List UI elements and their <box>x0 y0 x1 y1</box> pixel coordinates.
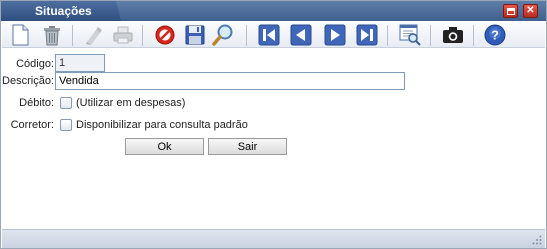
descricao-field[interactable] <box>55 72 405 90</box>
last-record-icon <box>356 24 378 46</box>
previous-record-icon <box>290 24 312 46</box>
ok-button[interactable]: Ok <box>125 138 204 155</box>
previous-record-button[interactable] <box>289 23 313 47</box>
status-bar <box>2 229 545 248</box>
edit-disabled-icon <box>86 27 102 45</box>
toolbar-separator <box>72 25 73 46</box>
close-icon: ✕ <box>526 5 535 16</box>
title-bar[interactable]: Situações ✕ <box>1 1 546 21</box>
window-title: Situações <box>35 4 92 18</box>
last-record-button[interactable] <box>355 23 379 47</box>
resize-grip-icon[interactable] <box>532 235 542 245</box>
toolbar-separator <box>473 25 474 46</box>
save-button[interactable] <box>183 23 207 47</box>
save-disk-icon <box>185 25 205 45</box>
preview-icon <box>399 24 421 46</box>
toolbar-separator <box>246 25 247 46</box>
corretor-label: Corretor: <box>10 119 54 131</box>
help-icon: ? <box>484 24 506 46</box>
print-disabled-icon <box>113 26 133 44</box>
preview-button[interactable] <box>398 23 422 47</box>
descricao-label: Descrição: <box>2 75 54 87</box>
sair-button[interactable]: Sair <box>208 138 287 155</box>
camera-button[interactable] <box>441 23 465 47</box>
cancel-icon <box>155 25 175 45</box>
next-record-button[interactable] <box>323 23 347 47</box>
corretor-checkbox[interactable] <box>60 119 72 131</box>
next-record-icon <box>324 24 346 46</box>
search-button[interactable] <box>211 23 235 47</box>
debito-checkbox[interactable] <box>60 97 72 109</box>
toolbar-separator <box>142 25 143 46</box>
debito-checkbox-label: (Utilizar em despesas) <box>76 97 186 109</box>
delete-button[interactable] <box>40 23 64 47</box>
help-button[interactable]: ? <box>483 23 507 47</box>
edit-button[interactable] <box>82 23 106 47</box>
toolbar-separator <box>430 25 431 46</box>
search-magnifier-icon <box>212 24 233 46</box>
svg-text:?: ? <box>491 28 499 43</box>
codigo-label: Código: <box>16 58 54 70</box>
trash-icon <box>44 26 60 46</box>
cancel-button[interactable] <box>153 23 177 47</box>
close-button[interactable]: ✕ <box>523 4 538 18</box>
debito-label: Débito: <box>19 97 54 109</box>
corretor-checkbox-label: Disponibilizar para consulta padrão <box>76 119 248 131</box>
restore-icon <box>506 7 515 15</box>
print-button[interactable] <box>111 23 135 47</box>
toolbar: ? <box>2 22 545 48</box>
new-document-icon <box>12 24 29 46</box>
first-record-icon <box>258 24 280 46</box>
restore-button[interactable] <box>503 4 518 18</box>
codigo-field[interactable] <box>55 54 105 72</box>
situacoes-window: Situações ✕ ? Código: 1 Descrição: Vendi… <box>0 0 547 249</box>
toolbar-separator <box>387 25 388 46</box>
new-button[interactable] <box>8 23 32 47</box>
first-record-button[interactable] <box>257 23 281 47</box>
camera-icon <box>443 27 463 43</box>
